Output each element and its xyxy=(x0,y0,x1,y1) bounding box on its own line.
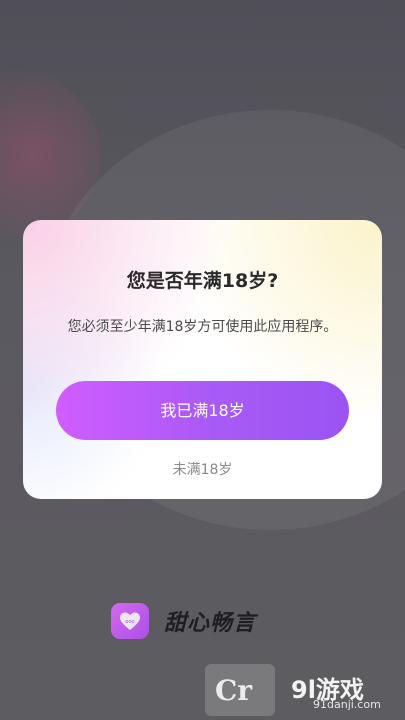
confirm-age-button[interactable]: 我已满18岁 xyxy=(56,381,349,440)
app-logo: ooo xyxy=(111,603,149,639)
app-name: 甜心畅言 xyxy=(164,611,257,636)
watermark-badge: Cr xyxy=(205,664,275,716)
watermark: Cr 9l游戏 91danji.com xyxy=(205,664,401,716)
heart-chat-icon: ooo xyxy=(120,612,140,630)
watermark-badge-text: Cr xyxy=(215,674,253,707)
watermark-url: 91danji.com xyxy=(313,698,381,711)
age-verification-dialog: 您是否年满18岁? 您必须至少年满18岁方可使用此应用程序。 我已满18岁 未满… xyxy=(23,220,382,499)
decline-age-button[interactable]: 未满18岁 xyxy=(23,459,382,479)
dialog-title: 您是否年满18岁? xyxy=(126,270,279,292)
dialog-message: 您必须至少年满18岁方可使用此应用程序。 xyxy=(67,319,338,335)
logo-badge-text: ooo xyxy=(125,619,134,625)
